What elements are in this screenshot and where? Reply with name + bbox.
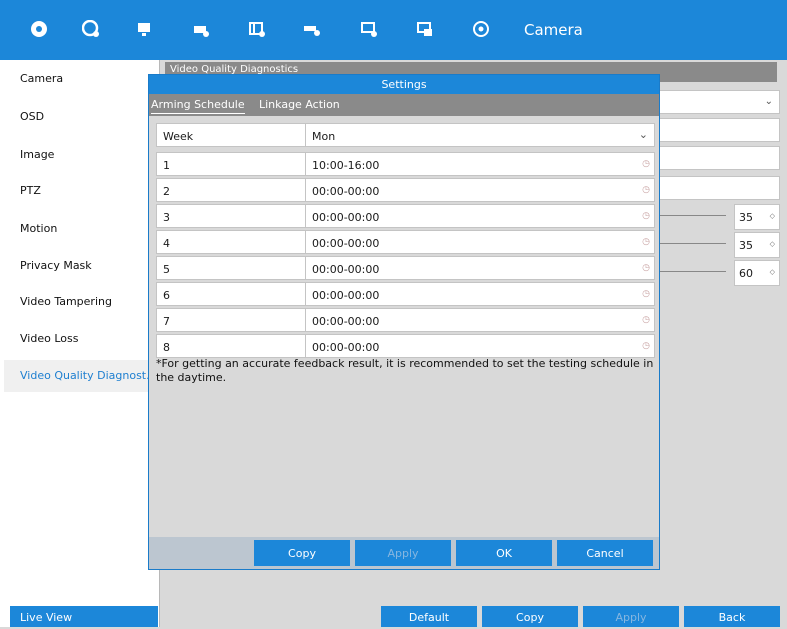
maintenance-icon[interactable] — [303, 20, 321, 38]
clock-icon[interactable]: ◷ — [642, 315, 650, 325]
apply-button[interactable]: Apply — [583, 606, 679, 627]
schedule-row[interactable]: 7 00:00-00:00 ◷ — [156, 308, 655, 332]
top-menu-bar: Camera — [0, 0, 787, 60]
spin-icon: ◇ — [769, 240, 775, 248]
period-time[interactable]: 00:00-00:00 — [312, 263, 379, 276]
week-value: Mon — [312, 130, 336, 143]
clock-icon[interactable]: ◷ — [642, 341, 650, 351]
chevron-down-icon: ⌄ — [638, 128, 648, 141]
value-stepper-3[interactable]: 60 ◇ — [734, 260, 780, 286]
period-time[interactable]: 00:00-00:00 — [312, 315, 379, 328]
schedule-row[interactable]: 8 00:00-00:00 ◷ — [156, 334, 655, 358]
week-label: Week — [163, 130, 194, 143]
period-number: 1 — [163, 159, 170, 172]
schedule-note: *For getting an accurate feedback result… — [156, 357, 654, 384]
period-number: 8 — [163, 341, 170, 354]
tab-arming-schedule[interactable]: Arming Schedule — [151, 98, 245, 114]
sidebar: Camera OSD Image PTZ Motion Privacy Mask… — [0, 60, 160, 627]
dialog-ok-button[interactable]: OK — [456, 540, 552, 566]
period-number: 2 — [163, 185, 170, 198]
tab-linkage-action[interactable]: Linkage Action — [259, 98, 340, 111]
dialog-apply-button[interactable]: Apply — [355, 540, 451, 566]
value-stepper-2[interactable]: 35 ◇ — [734, 232, 780, 258]
storage-icon[interactable] — [248, 20, 266, 38]
value-stepper-1[interactable]: 35 ◇ — [734, 204, 780, 230]
schedule-row[interactable]: 3 00:00-00:00 ◷ — [156, 204, 655, 228]
period-number: 3 — [163, 211, 170, 224]
clock-icon[interactable]: ◷ — [642, 159, 650, 169]
back-button[interactable]: Back — [684, 606, 780, 627]
schedule-row[interactable]: 4 00:00-00:00 ◷ — [156, 230, 655, 254]
period-number: 5 — [163, 263, 170, 276]
sensitivity-slider-1[interactable] — [660, 215, 726, 216]
period-time[interactable]: 00:00-00:00 — [312, 211, 379, 224]
dialog-cancel-button[interactable]: Cancel — [557, 540, 653, 566]
dialog-copy-button[interactable]: Copy — [254, 540, 350, 566]
clock-icon[interactable]: ◷ — [642, 289, 650, 299]
sidebar-item-image[interactable]: Image — [20, 148, 54, 161]
sidebar-item-video-tampering[interactable]: Video Tampering — [20, 295, 112, 308]
clock-icon[interactable]: ◷ — [642, 185, 650, 195]
sidebar-item-video-loss[interactable]: Video Loss — [20, 332, 78, 345]
schedule-row[interactable]: 2 00:00-00:00 ◷ — [156, 178, 655, 202]
alarm-icon[interactable] — [192, 20, 210, 38]
sensitivity-slider-2[interactable] — [660, 243, 726, 244]
settings-dialog: Settings Arming Schedule Linkage Action … — [148, 74, 660, 570]
sidebar-item-osd[interactable]: OSD — [20, 110, 44, 123]
schedule-row[interactable]: 1 10:00-16:00 ◷ — [156, 152, 655, 176]
week-select[interactable]: Week Mon ⌄ — [156, 123, 655, 147]
sensitivity-slider-3[interactable] — [660, 271, 726, 272]
target-icon[interactable] — [472, 20, 490, 38]
period-time[interactable]: 00:00-00:00 — [312, 185, 379, 198]
default-button[interactable]: Default — [381, 606, 477, 627]
clock-icon[interactable]: ◷ — [642, 211, 650, 221]
period-time[interactable]: 00:00-00:00 — [312, 341, 379, 354]
clock-icon[interactable]: ◷ — [642, 263, 650, 273]
period-number: 6 — [163, 289, 170, 302]
background-field-2[interactable] — [658, 146, 780, 170]
dialog-title: Settings — [149, 75, 659, 94]
page-title: Camera — [524, 21, 583, 39]
sidebar-item-ptz[interactable]: PTZ — [20, 184, 41, 197]
sidebar-item-camera[interactable]: Camera — [20, 72, 63, 85]
network-icon[interactable] — [136, 20, 154, 38]
sidebar-item-privacy-mask[interactable]: Privacy Mask — [20, 259, 92, 272]
sidebar-item-motion[interactable]: Motion — [20, 222, 57, 235]
period-time[interactable]: 10:00-16:00 — [312, 159, 379, 172]
copy-button[interactable]: Copy — [482, 606, 578, 627]
monitor-icon[interactable] — [360, 20, 378, 38]
record-icon[interactable] — [82, 20, 100, 38]
camera-select[interactable]: ⌄ — [658, 90, 780, 114]
period-time[interactable]: 00:00-00:00 — [312, 289, 379, 302]
sidebar-item-video-quality-diagnostics[interactable]: Video Quality Diagnost... — [20, 369, 157, 382]
dialog-tabs: Arming Schedule Linkage Action — [149, 94, 659, 116]
period-number: 4 — [163, 237, 170, 250]
spin-icon: ◇ — [769, 212, 775, 220]
clock-icon[interactable]: ◷ — [642, 237, 650, 247]
spin-icon: ◇ — [769, 268, 775, 276]
system-icon[interactable] — [416, 20, 434, 38]
schedule-row[interactable]: 5 00:00-00:00 ◷ — [156, 256, 655, 280]
background-field-1[interactable] — [658, 118, 780, 142]
period-number: 7 — [163, 315, 170, 328]
chevron-down-icon: ⌄ — [764, 96, 773, 107]
period-time[interactable]: 00:00-00:00 — [312, 237, 379, 250]
background-field-3[interactable] — [658, 176, 780, 200]
live-view-button[interactable]: Live View — [10, 606, 158, 627]
schedule-row[interactable]: 6 00:00-00:00 ◷ — [156, 282, 655, 306]
camera-settings-icon[interactable] — [30, 20, 48, 38]
